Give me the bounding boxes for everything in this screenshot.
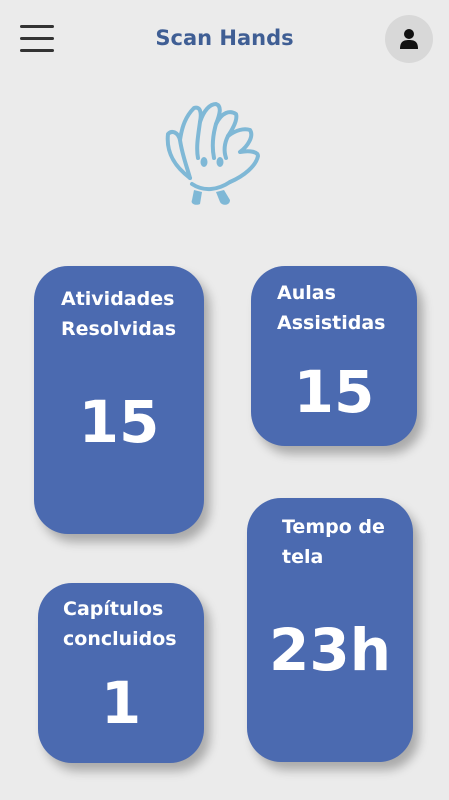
card-label: Tempo de tela [282,516,385,568]
card-label: Aulas Assistidas [277,282,386,334]
user-icon [400,29,418,49]
card-label: Atividades Resolvidas [61,288,177,340]
card-label: Capítulos concluidos [63,598,177,650]
card-aulas-assistidas[interactable]: Aulas Assistidas 15 [251,266,417,446]
profile-button[interactable] [385,15,433,63]
card-value: 15 [293,358,375,426]
card-atividades-resolvidas[interactable]: Atividades Resolvidas 15 [34,266,204,534]
card-value: 23h [268,616,391,684]
dashboard-screen: Scan Hands Atividades Resolvidas 15 Aula… [0,0,449,800]
hand-mascot-icon [165,102,260,205]
card-value: 1 [100,669,142,737]
card-tempo-de-tela[interactable]: Tempo de tela 23h [247,498,413,762]
card-value: 15 [78,388,160,456]
card-capitulos-concluidos[interactable]: Capítulos concluidos 1 [38,583,204,763]
app-title: Scan Hands [155,26,294,50]
